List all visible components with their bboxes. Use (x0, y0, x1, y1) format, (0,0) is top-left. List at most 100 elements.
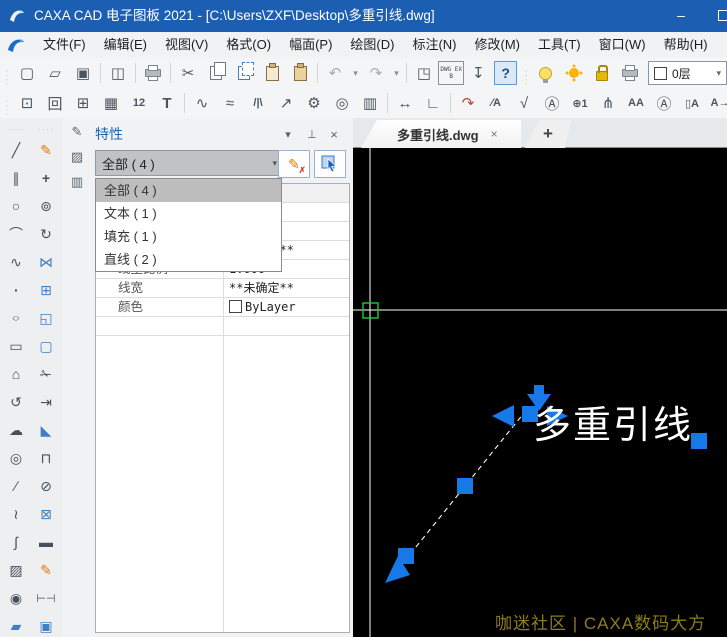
menu-tools[interactable]: 工具(T) (529, 32, 590, 58)
copy-icon[interactable] (202, 61, 230, 85)
new-from-template-icon[interactable]: ◳ (410, 61, 438, 85)
block-text-icon[interactable]: ▯A (678, 91, 706, 115)
polygon-icon[interactable]: ⌂ (4, 360, 28, 388)
trim-icon[interactable]: ✁ (34, 360, 58, 388)
partial-tool-icon[interactable]: ▣ (34, 612, 58, 637)
table-row[interactable] (96, 317, 349, 336)
donut-icon[interactable]: ◎ (4, 444, 28, 472)
selection-filter-combo[interactable]: 全部 ( 4 ) ▾ (95, 150, 284, 176)
double-text-icon[interactable]: AA (622, 91, 650, 115)
dimension-icon[interactable]: ⊢⊣ (34, 584, 58, 612)
new-file-icon[interactable]: ▢ (13, 61, 41, 85)
chevron-down-icon[interactable]: ▾ (716, 68, 721, 79)
toolbar-grip[interactable]: ···· (520, 69, 531, 77)
minimize-button[interactable]: – (668, 6, 694, 24)
text-style-icon[interactable]: T (153, 91, 181, 115)
extend-icon[interactable]: ⇥ (34, 388, 58, 416)
hatch-icon[interactable]: ▨ (4, 556, 28, 584)
explode-icon[interactable]: ⊠ (34, 500, 58, 528)
redo-dropdown-icon[interactable]: ▾ (390, 61, 403, 85)
library-palette-icon[interactable]: ▥ (66, 172, 88, 192)
revision-cloud-icon[interactable]: ☁ (4, 416, 28, 444)
redo-icon[interactable]: ↷ (362, 61, 390, 85)
divide-icon[interactable]: ⊘ (34, 472, 58, 500)
pin-icon[interactable]: ⊤ (304, 126, 320, 142)
grip-square[interactable] (691, 433, 707, 449)
erase-icon[interactable]: ✎ (34, 136, 58, 164)
export-icon[interactable]: ↧ (464, 61, 492, 85)
tab-active-document[interactable]: 多重引线.dwg × (361, 120, 521, 148)
toolbar-grip[interactable]: ···· (2, 69, 13, 77)
circle-icon[interactable]: ○ (4, 192, 28, 220)
dropdown-item-text[interactable]: 文本 ( 1 ) (96, 202, 281, 225)
chevron-down-icon[interactable]: ▾ (280, 126, 296, 142)
toolbar-grip[interactable]: ···· (2, 99, 13, 107)
save-as-icon[interactable]: ◫ (104, 61, 132, 85)
menu-window[interactable]: 窗口(W) (590, 32, 655, 58)
menu-format[interactable]: 格式(O) (217, 32, 280, 58)
undo-dropdown-icon[interactable]: ▾ (349, 61, 362, 85)
open-file-icon[interactable]: ▱ (41, 61, 69, 85)
tab-close-icon[interactable]: × (491, 127, 498, 141)
rectangle-icon[interactable]: ▭ (4, 332, 28, 360)
paste-special-icon[interactable] (286, 61, 314, 85)
sheet-icon[interactable]: ▦ (97, 91, 125, 115)
linear-dimension-icon[interactable]: ↔ (391, 91, 419, 115)
table-row-lineweight[interactable]: 线宽 **未确定** (96, 279, 349, 298)
menu-annotate[interactable]: 标注(N) (403, 32, 465, 58)
partial-tool-icon[interactable]: ▰ (4, 612, 28, 637)
dwg-exb-convert-icon[interactable]: DWG EXB (438, 61, 464, 85)
display-window-icon[interactable]: 回 (41, 91, 69, 115)
stretch-icon[interactable]: ▢ (34, 332, 58, 360)
save-icon[interactable]: ▣ (69, 61, 97, 85)
undo-icon[interactable]: ↶ (321, 61, 349, 85)
dimension-style-icon[interactable]: 12 (125, 91, 153, 115)
grip-square[interactable] (398, 548, 414, 564)
layer-thaw-sun-icon[interactable] (560, 61, 588, 85)
toolbar-grip[interactable]: ···· (38, 124, 54, 136)
menu-help[interactable]: 帮助(H) (655, 32, 717, 58)
help-icon[interactable]: ? (494, 61, 517, 85)
ellipse-icon[interactable]: ○ (4, 309, 28, 326)
curve-icon[interactable]: ≀ (4, 500, 28, 528)
text-arrow-icon[interactable]: A→ (706, 91, 727, 115)
rotate-icon[interactable]: ↻ (34, 220, 58, 248)
arrow-icon[interactable]: ↗ (272, 91, 300, 115)
print-icon[interactable] (139, 61, 167, 85)
select-objects-button[interactable] (314, 150, 346, 178)
dropdown-item-line[interactable]: 直线 ( 2 ) (96, 248, 281, 271)
clear-selection-button[interactable]: ✎ ✗ (278, 150, 310, 178)
arc-direction-icon[interactable]: ↺ (4, 388, 28, 416)
dropdown-item-hatch[interactable]: 填充 ( 1 ) (96, 225, 281, 248)
trim-curve-icon[interactable]: ↷ (454, 91, 482, 115)
table-icon[interactable]: ⊞ (69, 91, 97, 115)
hatch-palette-icon[interactable]: ▨ (66, 147, 88, 167)
paste-icon[interactable] (258, 61, 286, 85)
leader-annotation-icon[interactable]: ∕A (482, 91, 510, 115)
wave-line-icon[interactable]: ∿ (188, 91, 216, 115)
mirror-axis-icon[interactable]: /|\ (244, 91, 272, 115)
cut-icon[interactable]: ✂ (174, 61, 202, 85)
leader-fork-icon[interactable]: ⋔ (594, 91, 622, 115)
maximize-button[interactable] (712, 6, 727, 24)
model-canvas[interactable]: 多重引线 咖迷社区 | CAXA数码大方 (353, 148, 727, 637)
tolerance-icon[interactable]: ⊕1 (566, 91, 594, 115)
menu-edit[interactable]: 编辑(E) (95, 32, 156, 58)
new-tab-button[interactable]: + (525, 120, 571, 148)
mirror-icon[interactable]: ⋈ (34, 248, 58, 276)
parallel-line-icon[interactable]: ∥ (4, 164, 28, 192)
grip-square[interactable] (457, 478, 473, 494)
function-curve-icon[interactable]: ∫ (4, 528, 28, 556)
layer-on-bulb-icon[interactable] (532, 61, 560, 85)
line-icon[interactable]: ╱ (4, 136, 28, 164)
spline-icon[interactable]: ∿ (4, 248, 28, 276)
layer-print-icon[interactable] (616, 61, 644, 85)
bearing-icon[interactable]: ◎ (328, 91, 356, 115)
copy-with-basepoint-icon[interactable] (230, 61, 258, 85)
mleader-text[interactable]: 多重引线 (533, 394, 693, 449)
break-icon[interactable]: ⊓ (34, 444, 58, 472)
point-icon[interactable]: · (4, 276, 28, 304)
table-row-color[interactable]: 颜色 ByLayer (96, 298, 349, 317)
scale-icon[interactable]: ◱ (34, 304, 58, 332)
datum-icon[interactable]: Ⓐ (538, 91, 566, 115)
